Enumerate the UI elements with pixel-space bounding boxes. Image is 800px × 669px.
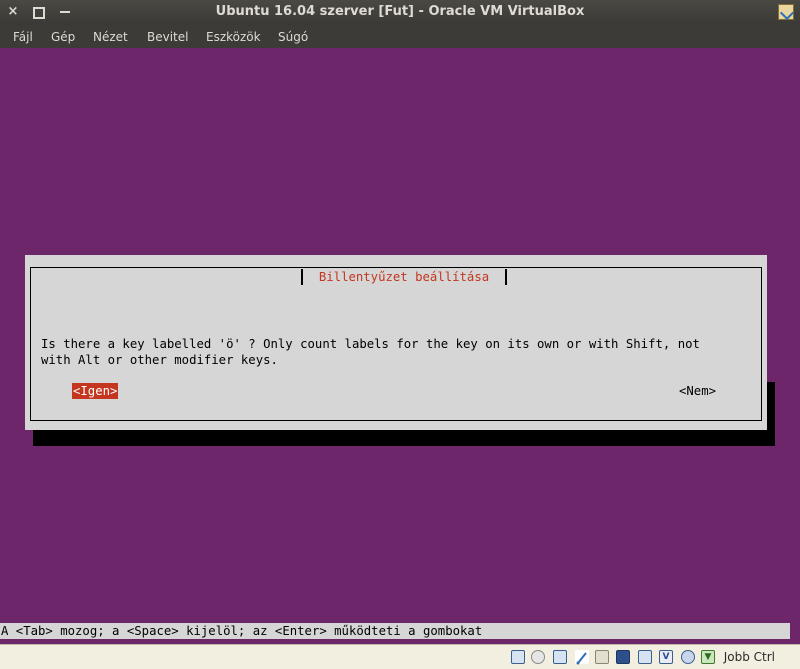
menu-machine[interactable]: Gép [51, 30, 75, 44]
mouse-integration-icon[interactable]: ▼ [701, 650, 715, 664]
dialog-text-line-2: with Alt or other modifier keys. [41, 353, 278, 367]
cpu-virtualization-icon[interactable] [681, 650, 695, 664]
menu-view[interactable]: Nézet [93, 30, 128, 44]
menu-file[interactable]: Fájl [13, 30, 33, 44]
dialog-content: Is there a key labelled 'ö' ? Only count… [25, 255, 767, 430]
guest-help-line: A <Tab> mozog; a <Space> kijelöl; az <En… [0, 623, 790, 639]
host-key-label: Jobb Ctrl [723, 650, 775, 664]
menu-devices[interactable]: Eszközök [206, 30, 261, 44]
menu-help[interactable]: Súgó [278, 30, 308, 44]
yes-button[interactable]: <Igen> [72, 383, 119, 399]
menu-bar: Fájl Gép Nézet Bevitel Eszközök Súgó [0, 25, 800, 48]
usb-icon[interactable] [575, 650, 589, 665]
virtualbox-window: × Ubuntu 16.04 szerver [Fut] - Oracle VM… [0, 0, 800, 669]
guest-screen[interactable]: Billentyűzet beállítása Is there a key l… [0, 48, 800, 644]
optical-drive-icon[interactable] [531, 650, 545, 664]
display-icon[interactable] [616, 650, 630, 664]
shared-folders-icon[interactable] [595, 650, 609, 664]
no-button[interactable]: <Nem> [679, 383, 716, 399]
vrde-icon[interactable]: V [659, 650, 673, 664]
virtualbox-icon [778, 4, 794, 20]
menu-input[interactable]: Bevitel [147, 30, 188, 44]
dialog-text-line-1: Is there a key labelled 'ö' ? Only count… [41, 337, 700, 351]
video-capture-icon[interactable] [638, 650, 652, 664]
window-title: Ubuntu 16.04 szerver [Fut] - Oracle VM V… [215, 4, 585, 19]
dialog-question: Is there a key labelled 'ö' ? Only count… [41, 336, 700, 368]
virtualbox-status-bar: V ▼ Jobb Ctrl [0, 644, 800, 669]
hard-disk-icon[interactable] [511, 650, 525, 664]
network-icon[interactable] [553, 650, 567, 664]
title-bar[interactable]: × Ubuntu 16.04 szerver [Fut] - Oracle VM… [0, 0, 800, 25]
